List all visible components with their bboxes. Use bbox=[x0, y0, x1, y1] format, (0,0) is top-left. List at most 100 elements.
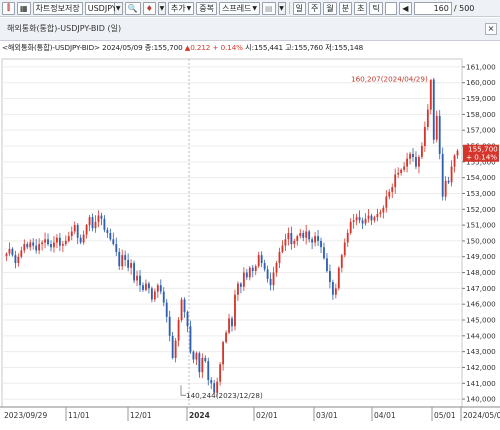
candle-body bbox=[162, 291, 165, 303]
candle-body bbox=[222, 342, 225, 365]
candle-body bbox=[41, 242, 44, 245]
candle-body bbox=[391, 187, 394, 192]
candle-body bbox=[23, 244, 26, 251]
candle-body bbox=[174, 340, 177, 358]
candle-body bbox=[311, 239, 314, 243]
candle-body bbox=[429, 79, 432, 110]
candle-body bbox=[56, 237, 58, 243]
chevron-down-icon[interactable]: ▼ bbox=[114, 1, 123, 15]
period-month-button[interactable]: 월 bbox=[323, 1, 337, 15]
candle-body bbox=[293, 240, 296, 245]
y-axis: 161,000160,000159,000158,000157,000156,0… bbox=[462, 62, 496, 404]
period-second-button[interactable]: 초 bbox=[354, 1, 368, 15]
candle-body bbox=[168, 316, 171, 336]
candle-body bbox=[106, 229, 109, 233]
candle-body bbox=[177, 320, 180, 341]
candle-body bbox=[109, 233, 112, 240]
candle-body bbox=[26, 244, 29, 248]
candle-body bbox=[403, 166, 406, 170]
candle-body bbox=[432, 79, 435, 140]
spread-button-label: 스프레드 bbox=[221, 3, 252, 13]
candle-body bbox=[44, 239, 46, 243]
chart-info-save-button[interactable]: 차트정보저장 bbox=[32, 1, 83, 15]
chevron-down-icon[interactable]: ▼ bbox=[277, 1, 286, 15]
candle-body bbox=[35, 245, 38, 251]
price-info-suffix: 시:155,441 고:155,760 저:155,148 bbox=[245, 43, 364, 52]
symbol-combo[interactable]: USDJPY ▼ bbox=[84, 1, 123, 15]
add-button[interactable]: 추가 ▼ bbox=[167, 1, 195, 15]
candle-body bbox=[47, 239, 49, 245]
chevron-down-icon: ▼ bbox=[252, 4, 258, 12]
period-week-button[interactable]: 주 bbox=[307, 1, 322, 15]
period-minute-button[interactable]: 분 bbox=[338, 1, 353, 15]
candle-body bbox=[79, 237, 82, 243]
candle-body bbox=[201, 357, 204, 373]
candle-body bbox=[340, 255, 343, 268]
candle-body bbox=[112, 239, 115, 245]
candle-body bbox=[281, 245, 284, 252]
divider bbox=[288, 2, 290, 14]
candle-body bbox=[266, 269, 269, 279]
add-button-label: 추가 bbox=[170, 3, 186, 13]
candle-body bbox=[195, 353, 198, 360]
candle-body bbox=[82, 234, 85, 243]
candle-body bbox=[20, 250, 23, 257]
candle-body bbox=[382, 207, 385, 213]
candle-body bbox=[254, 266, 257, 271]
candle-body bbox=[165, 302, 168, 317]
candlestick-chart[interactable]: 161,000160,000159,000158,000157,000156,0… bbox=[0, 56, 500, 430]
candle-body bbox=[17, 256, 20, 264]
count-input[interactable]: 160 bbox=[413, 1, 452, 15]
candle-body bbox=[210, 380, 213, 384]
chevron-left-icon[interactable]: ◀ bbox=[398, 1, 412, 15]
candle-body bbox=[352, 220, 355, 222]
chart-tab-title[interactable]: 해외통화(통합)-USDJPY-BID (일) bbox=[7, 23, 121, 34]
period-day-button[interactable]: 일 bbox=[292, 1, 306, 15]
candle-body bbox=[444, 180, 447, 197]
spread-button[interactable]: 스프레드 ▼ bbox=[218, 1, 261, 15]
candle-body bbox=[346, 233, 349, 243]
candle-body bbox=[435, 115, 438, 140]
high-annotation: 160,207(2024/04/29) bbox=[351, 74, 428, 83]
candle-body bbox=[97, 215, 100, 222]
candle-body bbox=[278, 251, 281, 264]
candle-body bbox=[156, 285, 159, 292]
x-tick-label: 2023/09/29 bbox=[4, 411, 47, 420]
candle-body bbox=[219, 364, 222, 382]
chart-type-icon[interactable]: ⫿ bbox=[2, 1, 15, 15]
x-tick-label: 05/01 bbox=[434, 411, 456, 420]
candle-body bbox=[38, 244, 41, 251]
symbol-input[interactable]: USDJPY bbox=[84, 1, 117, 15]
candle-body bbox=[88, 217, 91, 226]
candle-color-icon[interactable]: ♦ bbox=[142, 1, 156, 15]
candle-body bbox=[290, 233, 293, 245]
candle-body bbox=[189, 326, 192, 352]
candle-body bbox=[150, 288, 153, 300]
candle-body bbox=[326, 258, 328, 271]
y-tick-label: 147,000 bbox=[466, 284, 496, 293]
candle-body bbox=[358, 217, 361, 221]
candle-body bbox=[453, 155, 456, 167]
candle-body bbox=[367, 215, 370, 219]
candle-body bbox=[91, 217, 94, 229]
candle-body bbox=[207, 361, 210, 381]
candle-body bbox=[192, 351, 195, 360]
candle-body bbox=[50, 244, 52, 248]
candle-body bbox=[124, 255, 127, 260]
candle-body bbox=[331, 282, 334, 295]
search-icon[interactable]: 🔍 bbox=[124, 1, 141, 15]
candle-body bbox=[385, 196, 388, 208]
compare-icon[interactable]: ▤ bbox=[262, 1, 276, 15]
close-icon[interactable]: × bbox=[485, 23, 497, 35]
chevron-down-icon[interactable]: ▼ bbox=[157, 1, 166, 15]
candle-body bbox=[147, 283, 150, 289]
candle-body bbox=[320, 240, 322, 248]
candle-body bbox=[118, 251, 121, 267]
candle-body bbox=[299, 233, 302, 237]
candle-body bbox=[239, 283, 242, 287]
period-tick-button[interactable]: 틱 bbox=[369, 1, 383, 15]
overlay-button[interactable]: 중복 bbox=[196, 1, 217, 15]
candle-body bbox=[242, 272, 245, 287]
period-unit-input[interactable] bbox=[384, 1, 397, 15]
grid-icon[interactable]: ▦ bbox=[17, 1, 31, 15]
